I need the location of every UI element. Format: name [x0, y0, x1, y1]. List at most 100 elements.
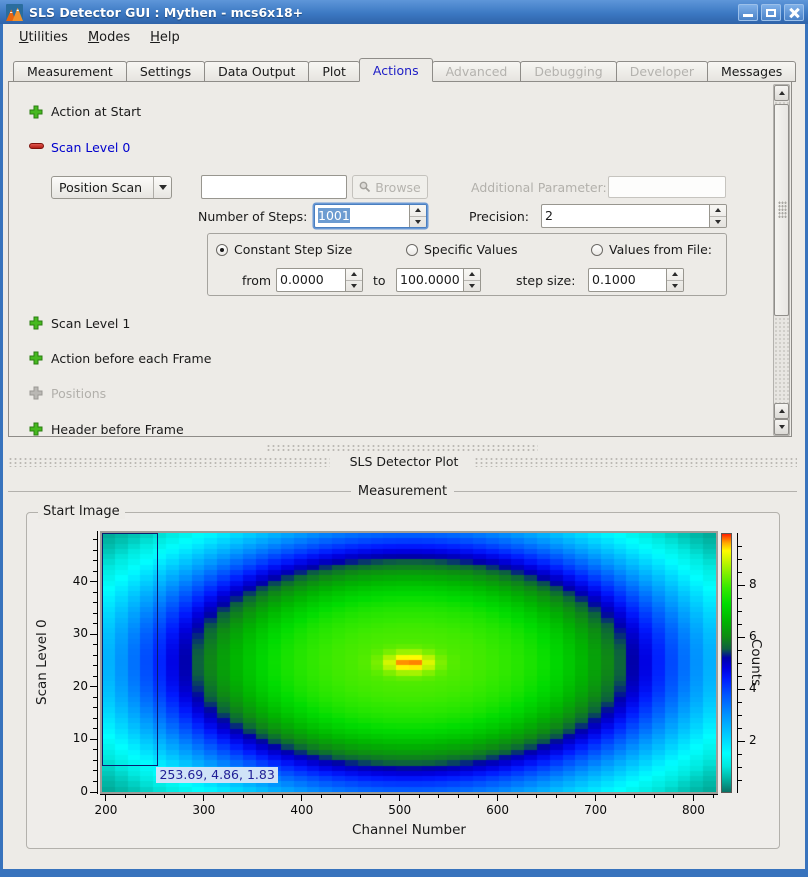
y-axis-title: Scan Level 0 [34, 533, 50, 792]
action-at-start-label[interactable]: Action at Start [51, 104, 141, 119]
tab-developer: Developer [616, 61, 708, 82]
arrow-up-icon [415, 208, 421, 212]
scan-script-input[interactable] [201, 175, 347, 199]
collapse-scan-level-0-button[interactable] [29, 137, 44, 152]
scan-level-1-label[interactable]: Scan Level 1 [51, 316, 130, 331]
step-size-spinbox[interactable]: 0.1000 [588, 268, 684, 292]
vertical-scrollbar[interactable] [773, 84, 790, 436]
number-of-steps-spinbox[interactable]: 1001 [314, 204, 427, 228]
scroll-up-button[interactable] [774, 85, 789, 101]
radio-specific-values-label: Specific Values [424, 242, 517, 257]
minimize-button[interactable] [738, 4, 758, 21]
plus-icon [29, 351, 43, 365]
step-size-value: 0.1000 [589, 269, 666, 291]
plus-icon [29, 105, 43, 119]
scroll-up-button-bottom[interactable] [774, 403, 789, 419]
maximize-button[interactable] [761, 4, 781, 21]
radio-icon [591, 244, 603, 256]
plus-icon [29, 422, 43, 436]
window-title: SLS Detector GUI : Mythen - mcs6x18+ [29, 5, 303, 20]
from-value: 0.0000 [277, 269, 345, 291]
spin-up-button[interactable] [710, 205, 726, 217]
dock-title[interactable]: SLS Detector Plot [0, 454, 808, 469]
spin-buttons [709, 205, 726, 227]
arrow-down-icon [715, 220, 721, 224]
arrow-down-icon [469, 284, 475, 288]
step-size-label: step size: [516, 273, 575, 288]
arrow-down-icon [415, 220, 421, 224]
y-axis-backbone [97, 531, 98, 794]
tab-plot[interactable]: Plot [308, 61, 360, 82]
spin-up-button[interactable] [410, 205, 426, 217]
tab-debugging: Debugging [520, 61, 616, 82]
tab-settings[interactable]: Settings [126, 61, 205, 82]
menu-modes[interactable]: Modes [79, 27, 139, 48]
radio-specific-values[interactable]: Specific Values [406, 242, 517, 257]
from-spinbox[interactable]: 0.0000 [276, 268, 363, 292]
spin-buttons [345, 269, 362, 291]
scan-mode-value: Position Scan [52, 180, 153, 195]
arrow-up-icon [779, 91, 785, 95]
window-border-left [0, 24, 3, 877]
precision-value: 2 [542, 205, 709, 227]
application-window: SLS Detector GUI : Mythen - mcs6x18+ Uti… [0, 0, 808, 877]
radio-constant-step-size-label: Constant Step Size [234, 242, 352, 257]
x-axis-title: Channel Number [102, 822, 716, 838]
expand-scan-level-1-button[interactable] [29, 316, 43, 333]
spin-down-button[interactable] [346, 281, 362, 292]
spin-down-button[interactable] [410, 217, 426, 228]
menu-help[interactable]: Help [141, 27, 189, 48]
spin-down-button[interactable] [667, 281, 683, 292]
number-of-steps-value: 1001 [318, 208, 350, 223]
window-border-bottom [0, 869, 808, 877]
radio-values-from-file[interactable]: Values from File: [591, 242, 712, 257]
actions-tab-panel: Action at Start Scan Level 0 Position Sc… [8, 81, 792, 437]
header-before-frame-label[interactable]: Header before Frame [51, 422, 184, 437]
spin-down-button[interactable] [464, 281, 480, 292]
tab-data-output[interactable]: Data Output [204, 61, 309, 82]
spin-up-button[interactable] [464, 269, 480, 281]
arrow-down-icon [351, 284, 357, 288]
spin-down-button[interactable] [710, 217, 726, 228]
arrow-up-icon [715, 208, 721, 212]
spin-buttons [409, 205, 426, 227]
scrollbar-thumb[interactable] [774, 104, 789, 316]
start-image-group-title: Start Image [38, 504, 125, 519]
splitter-handle[interactable] [266, 444, 538, 452]
titlebar[interactable]: SLS Detector GUI : Mythen - mcs6x18+ [0, 0, 808, 24]
radio-constant-step-size[interactable]: Constant Step Size [216, 242, 352, 257]
minimize-icon [743, 14, 753, 17]
tab-messages[interactable]: Messages [707, 61, 796, 82]
action-before-frame-label[interactable]: Action before each Frame [51, 351, 211, 366]
scroll-down-button[interactable] [774, 419, 789, 435]
tab-bar: MeasurementSettingsData OutputPlotAction… [14, 58, 796, 82]
browse-button: Browse [352, 175, 428, 199]
close-button[interactable] [784, 4, 804, 21]
spin-up-button[interactable] [346, 269, 362, 281]
tab-measurement[interactable]: Measurement [13, 61, 127, 82]
radio-icon [216, 244, 228, 256]
menu-utilities[interactable]: Utilities [10, 27, 77, 48]
to-value: 100.0000 [397, 269, 463, 291]
tab-actions[interactable]: Actions [359, 58, 433, 82]
spin-up-button[interactable] [667, 269, 683, 281]
scan-mode-select[interactable]: Position Scan [51, 176, 172, 199]
colorbar-axis-backbone [737, 533, 738, 793]
precision-label: Precision: [469, 209, 529, 224]
scan-level-0-label[interactable]: Scan Level 0 [51, 140, 130, 155]
minus-icon [29, 143, 44, 149]
arrow-down-icon [672, 284, 678, 288]
additional-parameter-input [608, 176, 726, 198]
x-axis-backbone [100, 794, 718, 795]
number-of-steps-label: Number of Steps: [198, 209, 307, 224]
menubar: Utilities Modes Help [3, 24, 805, 51]
precision-spinbox[interactable]: 2 [541, 204, 727, 228]
colorbar-axis-title: Counts [748, 533, 764, 793]
tab-advanced: Advanced [432, 61, 522, 82]
expand-action-before-frame-button[interactable] [29, 351, 43, 368]
heatmap-canvas[interactable] [102, 533, 716, 792]
spin-buttons [666, 269, 683, 291]
to-spinbox[interactable]: 100.0000 [396, 268, 481, 292]
expand-action-at-start-button[interactable] [29, 105, 43, 122]
expand-header-before-frame-button[interactable] [29, 422, 43, 437]
